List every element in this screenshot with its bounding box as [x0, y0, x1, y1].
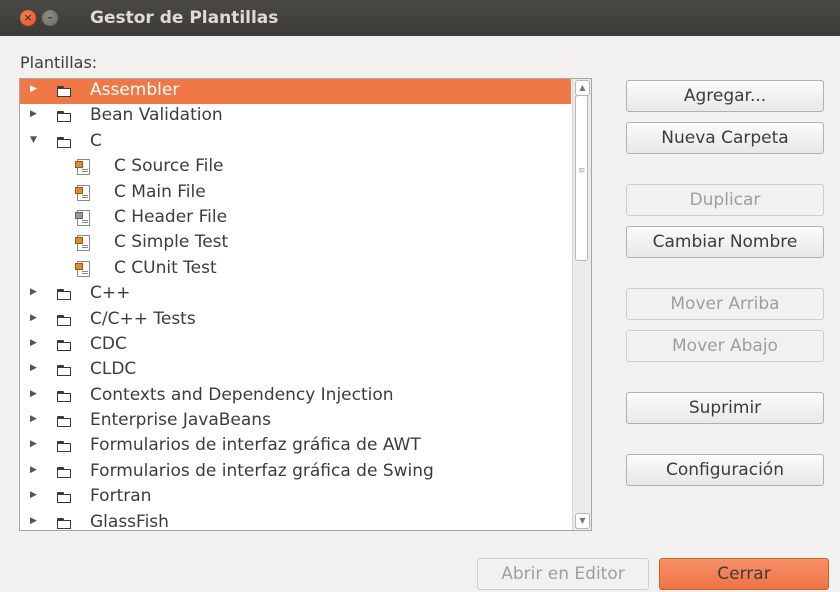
template-tree[interactable]: ▶ Assembler ▶ Bean Validation ▼ C C Source Fil… — [19, 78, 592, 531]
file-template-icon — [75, 184, 90, 201]
tree-item-label: Assembler — [90, 80, 180, 100]
folder-icon — [57, 86, 73, 97]
folder-icon — [57, 289, 73, 301]
rename-button[interactable]: Cambiar Nombre — [626, 226, 824, 258]
tree-item-label: C Header File — [114, 206, 228, 227]
collapsed-arrow-icon[interactable]: ▶ — [30, 465, 37, 475]
collapsed-arrow-icon[interactable]: ▶ — [30, 338, 37, 348]
move-up-button[interactable]: Mover Arriba — [626, 288, 824, 320]
folder-icon — [57, 441, 73, 453]
file-template-icon — [75, 260, 90, 277]
templates-label: Plantillas: — [20, 53, 98, 72]
close-button[interactable]: Cerrar — [659, 558, 829, 590]
file-template-icon — [75, 209, 90, 226]
folder-icon — [57, 314, 73, 326]
scroll-up-icon[interactable]: ▲ — [575, 80, 590, 96]
scroll-down-icon[interactable]: ▼ — [575, 513, 590, 529]
tree-folder-row[interactable]: ▶ Bean Validation — [20, 104, 571, 129]
add-button[interactable]: Agregar... — [626, 80, 824, 112]
file-template-icon — [75, 159, 90, 176]
tree-folder-row[interactable]: ▶ CLDC — [20, 358, 571, 383]
folder-icon — [57, 416, 73, 428]
folder-icon — [57, 390, 73, 402]
tree-folder-row[interactable]: ▶ C/C++ Tests — [20, 308, 571, 333]
collapsed-arrow-icon[interactable]: ▶ — [30, 109, 37, 119]
collapsed-arrow-icon[interactable]: ▶ — [30, 313, 37, 323]
duplicate-button[interactable]: Duplicar — [626, 184, 824, 216]
tree-item-label: C Main File — [114, 181, 206, 202]
tree-item-label: C CUnit Test — [114, 257, 217, 278]
tree-folder-row[interactable]: ▶ CDC — [20, 333, 571, 358]
tree-item-label: CDC — [90, 333, 127, 354]
new-folder-button[interactable]: Nueva Carpeta — [626, 122, 824, 154]
tree-item-label: Enterprise JavaBeans — [90, 410, 271, 431]
tree-item-label: Fortran — [90, 486, 152, 507]
tree-folder-row[interactable]: ▶ Enterprise JavaBeans — [20, 409, 571, 434]
folder-icon — [57, 136, 73, 148]
collapsed-arrow-icon[interactable]: ▶ — [30, 363, 37, 373]
file-template-icon — [75, 235, 90, 252]
tree-item-label: Bean Validation — [90, 105, 223, 126]
folder-icon — [57, 492, 73, 504]
tree-item-label: C/C++ Tests — [90, 308, 196, 329]
tree-item-label: C Simple Test — [114, 232, 229, 253]
tree-file-row[interactable]: C Simple Test — [20, 231, 571, 256]
tree-file-row[interactable]: C Source File — [20, 155, 571, 180]
collapsed-arrow-icon[interactable]: ▶ — [30, 389, 37, 399]
tree-folder-row[interactable]: ▶ C++ — [20, 282, 571, 307]
collapsed-arrow-icon[interactable]: ▶ — [30, 439, 37, 449]
tree-file-row[interactable]: C CUnit Test — [20, 257, 571, 282]
tree-file-row[interactable]: C Header File — [20, 206, 571, 231]
window-title: Gestor de Plantillas — [90, 8, 279, 28]
tree-item-label: C Source File — [114, 156, 224, 177]
open-in-editor-button[interactable]: Abrir en Editor — [477, 558, 649, 590]
tree-list: ▶ Assembler ▶ Bean Validation ▼ C C Source Fil… — [20, 79, 571, 531]
folder-icon — [57, 517, 73, 529]
collapsed-arrow-icon[interactable]: ▶ — [30, 287, 37, 297]
tree-folder-row[interactable]: ▶ Contexts and Dependency Injection — [20, 384, 571, 409]
tree-folder-row[interactable]: ▶ Formularios de interfaz gráfica de Swin… — [20, 460, 571, 485]
vertical-scrollbar[interactable]: ▲ ▼ — [572, 79, 591, 530]
tree-folder-row[interactable]: ▶ GlassFish — [20, 511, 571, 531]
expanded-arrow-icon[interactable]: ▼ — [30, 135, 37, 145]
tree-item-label: C++ — [90, 283, 131, 304]
collapsed-arrow-icon[interactable]: ▶ — [30, 516, 37, 526]
move-down-button[interactable]: Mover Abajo — [626, 330, 824, 362]
collapsed-arrow-icon[interactable]: ▶ — [30, 414, 37, 424]
tree-item-label: GlassFish — [90, 511, 169, 531]
tree-item-label: CLDC — [90, 359, 137, 380]
folder-icon — [57, 111, 73, 123]
tree-folder-row[interactable]: ▼ C — [20, 130, 571, 155]
delete-button[interactable]: Suprimir — [626, 392, 824, 424]
tree-file-row[interactable]: C Main File — [20, 181, 571, 206]
tree-item-label: C — [90, 130, 102, 151]
title-bar: × – Gestor de Plantillas — [0, 0, 840, 36]
tree-item-label: Formularios de interfaz gráfica de AWT — [90, 435, 421, 456]
tree-item-label: Contexts and Dependency Injection — [90, 384, 394, 405]
tree-item-label: Formularios de interfaz gráfica de Swing — [90, 460, 434, 481]
folder-icon — [57, 466, 73, 478]
settings-button[interactable]: Configuración — [626, 454, 824, 486]
folder-icon — [57, 365, 73, 377]
scrollbar-thumb[interactable] — [575, 95, 588, 261]
tree-folder-row[interactable]: ▶ Fortran — [20, 485, 571, 510]
collapsed-arrow-icon[interactable]: ▶ — [30, 490, 37, 500]
close-window-icon[interactable]: × — [20, 10, 36, 26]
minimize-window-icon[interactable]: – — [42, 10, 58, 26]
folder-icon — [57, 339, 73, 351]
tree-folder-row[interactable]: ▶ Formularios de interfaz gráfica de AWT — [20, 434, 571, 459]
tree-folder-row[interactable]: ▶ Assembler — [20, 79, 571, 105]
collapsed-arrow-icon[interactable]: ▶ — [30, 84, 37, 94]
